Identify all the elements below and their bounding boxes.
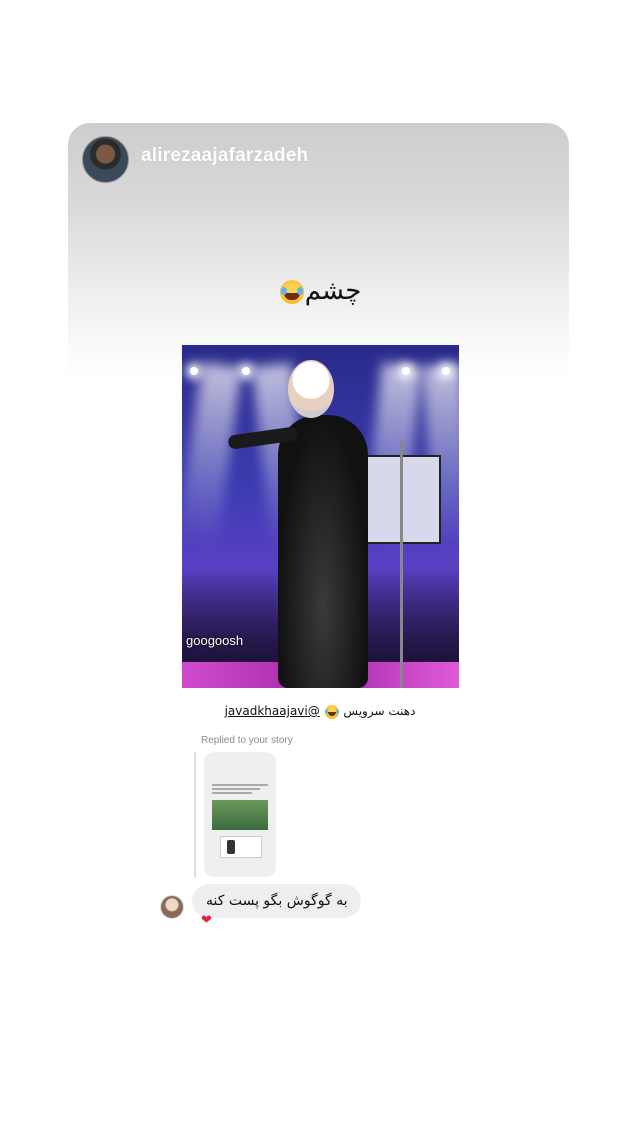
replied-label: Replied to your story (201, 735, 293, 746)
story-caption: چشم (0, 276, 640, 306)
repost-caption-text: دهنت سرویس (343, 704, 416, 718)
story-photo[interactable]: googoosh (182, 345, 459, 688)
repost-caption: دهنت سرویس @javadkhaajavi (0, 704, 640, 719)
commenter-avatar[interactable] (160, 895, 184, 919)
story-username[interactable]: alirezaajafarzadeh (141, 145, 308, 167)
laughing-emoji-icon (279, 279, 304, 304)
heart-reaction-icon[interactable]: ❤ (201, 913, 212, 928)
reply-message-bubble[interactable]: به گوگوش بگو پست کنه (192, 884, 362, 918)
reply-divider (194, 752, 196, 877)
avatar[interactable] (82, 136, 129, 183)
story-thumbnail[interactable] (204, 752, 276, 877)
laughing-emoji-icon (324, 704, 339, 719)
photo-watermark: googoosh (186, 633, 244, 648)
mention-link[interactable]: @javadkhaajavi (225, 704, 320, 718)
story-caption-text: چشم (304, 276, 362, 306)
